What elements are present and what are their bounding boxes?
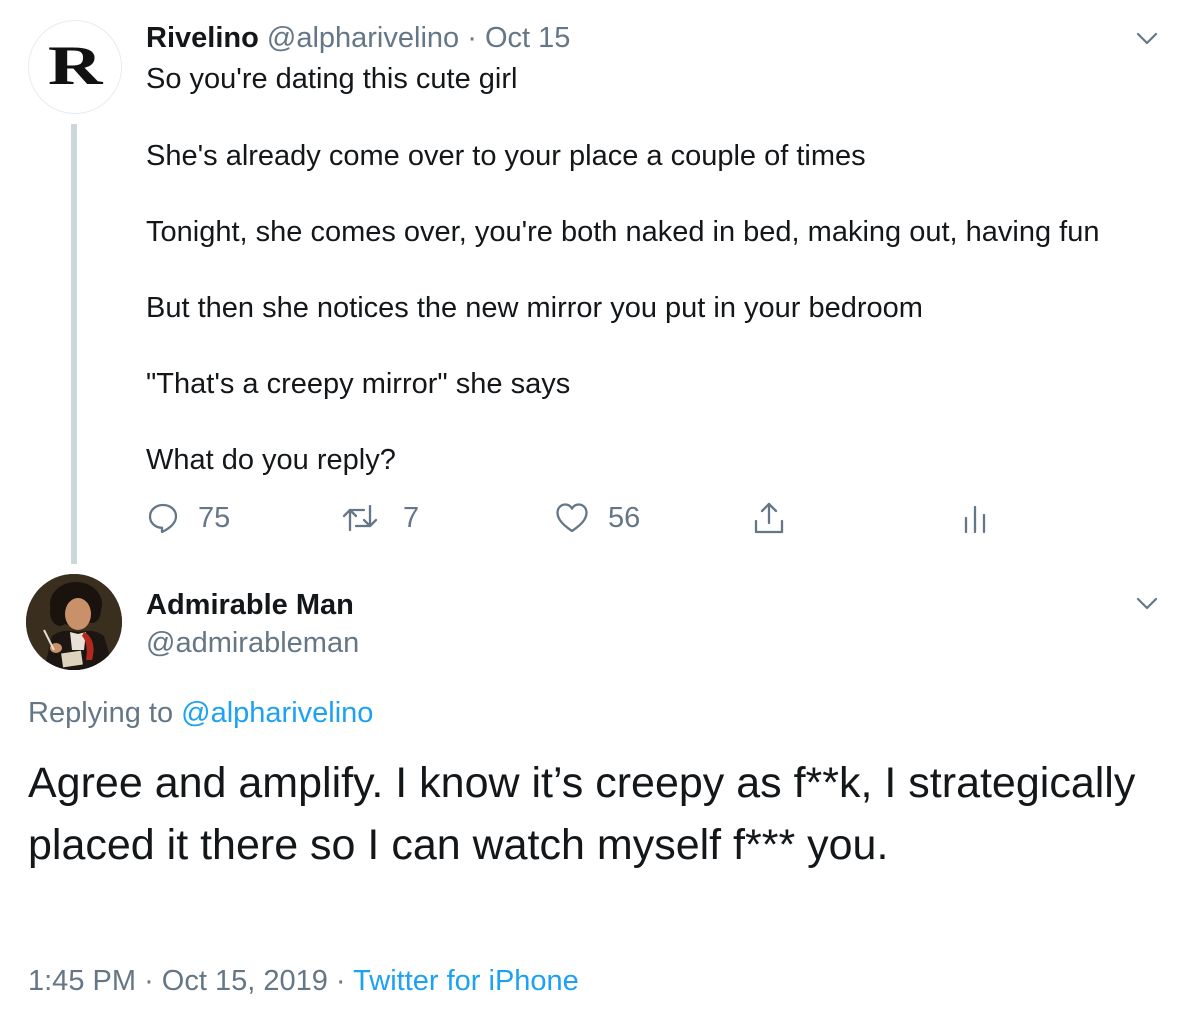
share-button[interactable] (752, 498, 786, 538)
tweet-source-link[interactable]: Twitter for iPhone (353, 965, 579, 997)
parent-tweet-header: Rivelino @alpharivelino · Oct 15 (146, 19, 570, 57)
parent-tweet-line-2: She's already come over to your place a … (146, 140, 866, 172)
rivelino-avatar[interactable]: R (28, 20, 122, 114)
reply-button[interactable]: 75 (146, 498, 230, 538)
retweet-button[interactable]: 7 (341, 498, 419, 538)
like-icon (556, 503, 588, 533)
reply-author-handle[interactable]: @admirableman (146, 624, 359, 662)
thread-connector-line (71, 124, 77, 564)
parent-author-handle[interactable]: @alpharivelino (267, 22, 459, 54)
parent-tweet-line-4: But then she notices the new mirror you … (146, 292, 923, 324)
chevron-down-icon[interactable] (1134, 590, 1160, 616)
admirable-man-avatar[interactable] (26, 574, 122, 670)
avatar-letter: R (47, 35, 103, 97)
retweet-icon (342, 504, 378, 532)
parent-tweet-line-3: Tonight, she comes over, you're both nak… (146, 216, 1100, 248)
chevron-down-icon[interactable] (1134, 25, 1160, 51)
parent-author-name[interactable]: Rivelino (146, 22, 259, 54)
share-icon (754, 502, 784, 534)
replying-to-prefix: Replying to (28, 697, 174, 729)
reply-tweet-body: Agree and amplify. I know it’s creepy as… (28, 759, 1136, 869)
analytics-button[interactable] (962, 498, 988, 538)
reply-tweet-meta: 1:45 PM · Oct 15, 2019 · Twitter for iPh… (28, 962, 579, 1000)
like-count: 56 (608, 502, 641, 534)
replying-to-line: Replying to @alpharivelino (28, 694, 373, 732)
replying-to-handle-link[interactable]: @alpharivelino (181, 697, 373, 729)
reply-icon (148, 503, 178, 534)
parent-tweet-line-6: What do you reply? (146, 444, 396, 476)
retweet-count: 7 (403, 502, 420, 534)
meta-separator: · (144, 965, 154, 997)
reply-count: 75 (198, 502, 231, 534)
meta-separator-2: · (335, 965, 346, 997)
parent-tweet-line-5: "That's a creepy mirror" she says (146, 368, 571, 400)
portrait-image (26, 574, 122, 670)
parent-tweet-date[interactable]: Oct 15 (485, 22, 570, 54)
parent-tweet-line-1: So you're dating this cute girl (146, 63, 518, 95)
like-button[interactable]: 56 (554, 498, 640, 538)
reply-tweet-text: Agree and amplify. I know it’s creepy as… (28, 752, 1148, 876)
reply-author-name[interactable]: Admirable Man (146, 586, 354, 624)
reply-tweet-time: 1:45 PM (28, 965, 136, 997)
reply-tweet-date: Oct 15, 2019 (161, 965, 328, 997)
header-separator: · (467, 22, 477, 54)
analytics-icon (964, 505, 986, 534)
